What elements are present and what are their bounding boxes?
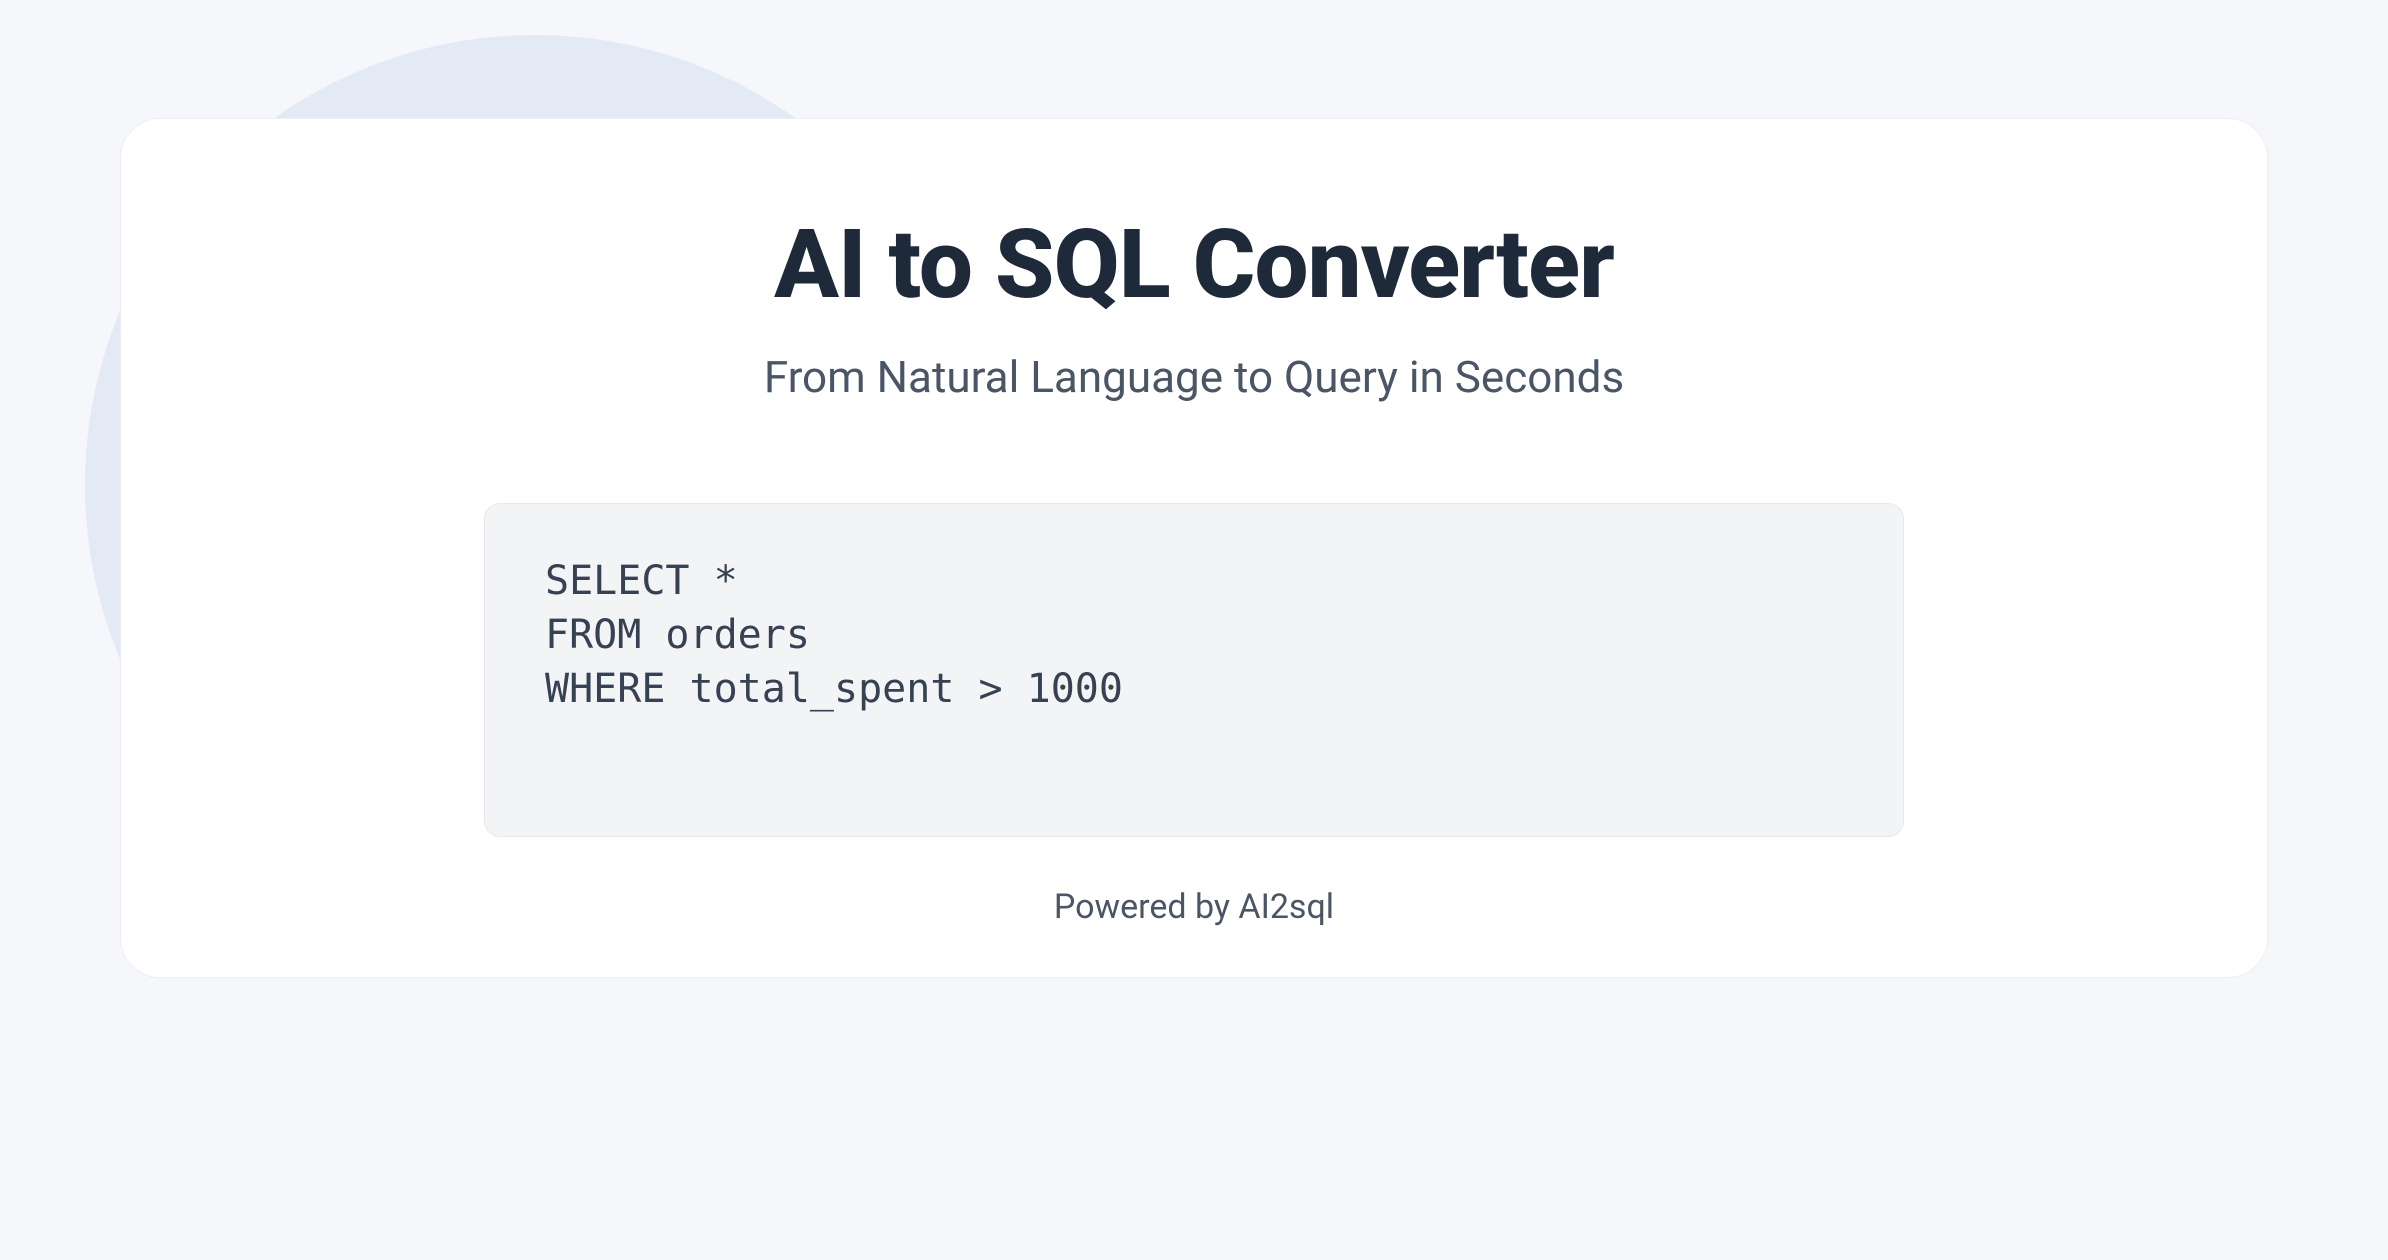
footer-attribution: Powered by AI2sql [221,887,2167,927]
sql-code-text: SELECT * FROM orders WHERE total_spent >… [545,554,1843,716]
main-card: AI to SQL Converter From Natural Languag… [120,118,2268,978]
sql-code-block: SELECT * FROM orders WHERE total_spent >… [484,503,1904,837]
page-subtitle: From Natural Language to Query in Second… [221,351,2167,403]
page-title: AI to SQL Converter [221,209,2167,321]
